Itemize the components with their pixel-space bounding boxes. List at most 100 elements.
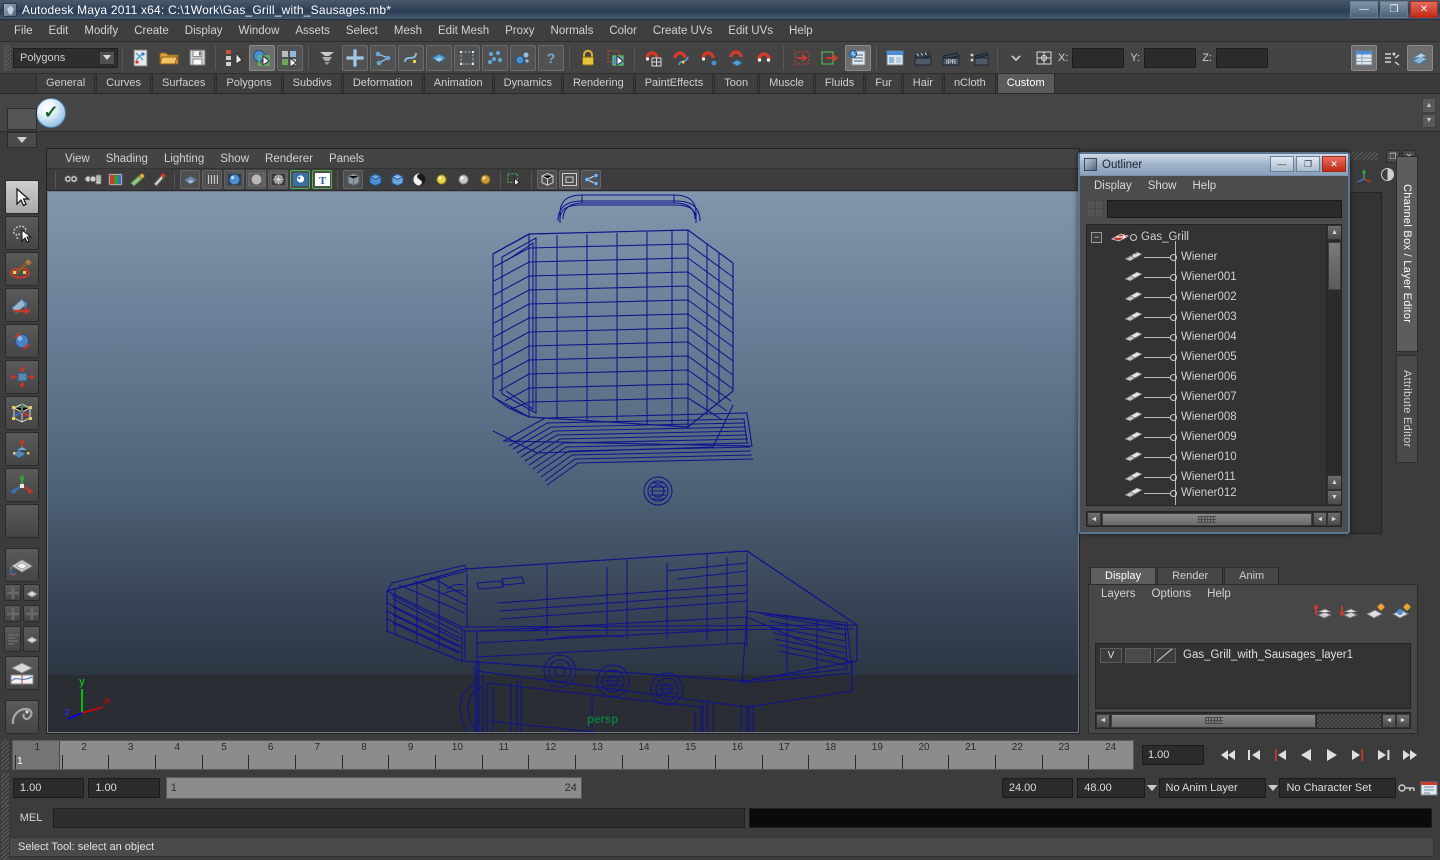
gas-grill-wireframe-model[interactable] — [47, 191, 1079, 733]
outliner-scroll-up-button-2[interactable]: ▲ — [1327, 475, 1341, 490]
two-dimensional-pan-zoom-icon[interactable] — [127, 170, 147, 189]
rotate-tool[interactable] — [5, 324, 39, 358]
menu-select[interactable]: Select — [338, 22, 386, 40]
layout-persp-graph-editor[interactable] — [5, 656, 39, 690]
shelf-tab-ncloth[interactable]: nCloth — [943, 73, 996, 93]
current-time-field[interactable]: 1.00 — [1142, 745, 1204, 765]
solid-cube-shade-icon[interactable] — [365, 170, 385, 189]
hypergraph-icon[interactable] — [581, 170, 601, 189]
range-slider-grip[interactable] — [1, 773, 9, 803]
layer-row[interactable]: V Gas_Grill_with_Sausages_layer1 — [1096, 644, 1410, 664]
toggle-attribute-editor-icon[interactable] — [1379, 45, 1405, 71]
camera-attributes-icon[interactable] — [83, 170, 103, 189]
move-tool[interactable] — [5, 288, 39, 322]
outliner-child-row[interactable]: Wiener — [1087, 247, 1325, 267]
layer-type-toggle[interactable] — [1125, 647, 1151, 663]
grease-pencil-icon[interactable] — [149, 170, 169, 189]
help-line-grip[interactable] — [1, 832, 9, 860]
snap-to-view-plane-icon[interactable] — [752, 45, 778, 71]
outliner-label-wiener006[interactable]: Wiener006 — [1181, 371, 1237, 383]
menu-file[interactable]: File — [6, 22, 41, 40]
step-back-keyframe-button[interactable] — [1241, 743, 1266, 767]
shelf-tab-surfaces[interactable]: Surfaces — [151, 73, 216, 93]
help-question-icon[interactable]: ? — [538, 44, 564, 71]
outliner-vertical-scrollbar[interactable]: ▲ ▲ ▼ — [1326, 225, 1341, 505]
outliner-child-row[interactable]: Wiener012 — [1087, 487, 1325, 499]
outliner-label-wiener008[interactable]: Wiener008 — [1181, 411, 1237, 423]
outliner-menu-show[interactable]: Show — [1140, 178, 1185, 194]
move-layer-down-icon[interactable] — [1339, 603, 1359, 624]
render-view-icon[interactable] — [882, 45, 908, 71]
outliner-label-wiener007[interactable]: Wiener007 — [1181, 391, 1237, 403]
viewport-menu-renderer[interactable]: Renderer — [257, 151, 321, 167]
menu-window[interactable]: Window — [230, 22, 287, 40]
outliner-child-row[interactable]: Wiener008 — [1087, 407, 1325, 427]
range-slider-bar-control[interactable]: 1 24 — [165, 777, 582, 799]
outliner-maximize-button[interactable]: ❐ — [1296, 156, 1320, 172]
frame-selection-icon[interactable] — [559, 170, 579, 189]
outliner-filter-icon[interactable] — [1086, 200, 1104, 218]
use-all-lights-icon[interactable] — [453, 170, 473, 189]
go-to-start-button[interactable] — [1215, 743, 1240, 767]
maya-embedded-language-icon[interactable] — [5, 700, 39, 734]
outliner-child-row[interactable]: Wiener010 — [1087, 447, 1325, 467]
shelf-tab-hair[interactable]: Hair — [902, 73, 943, 93]
menu-create-uvs[interactable]: Create UVs — [645, 22, 720, 40]
menu-modify[interactable]: Modify — [76, 22, 126, 40]
outliner-minimize-button[interactable]: — — [1270, 156, 1294, 172]
toggle-channel-box-icon[interactable] — [1351, 44, 1377, 71]
shelf-tab-muscle[interactable]: Muscle — [759, 73, 814, 93]
toggle-tool-settings-icon[interactable] — [1407, 44, 1433, 71]
character-set-dropdown-icon[interactable] — [1266, 778, 1280, 798]
tab-attribute-editor[interactable]: Attribute Editor — [1396, 355, 1418, 463]
new-scene-icon[interactable] — [128, 45, 154, 71]
outliner-child-row[interactable]: Wiener003 — [1087, 307, 1325, 327]
outliner-window[interactable]: Outliner — ❐ ✕ Display Show Help − Gas_G… — [1078, 152, 1350, 534]
output-connections-icon[interactable] — [817, 45, 843, 71]
xray-shading-icon[interactable] — [343, 170, 363, 189]
absolute-transform-icon[interactable] — [1031, 45, 1057, 71]
outliner-child-row[interactable]: Wiener002 — [1087, 287, 1325, 307]
outliner-label-wiener[interactable]: Wiener — [1181, 251, 1217, 263]
coord-z-input[interactable] — [1215, 47, 1268, 68]
menu-normals[interactable]: Normals — [543, 22, 602, 40]
outliner-horizontal-scrollbar[interactable]: ◄ ◄ ► — [1086, 511, 1342, 527]
smooth-cube-shade-icon[interactable] — [387, 170, 407, 189]
input-connections-icon[interactable] — [789, 45, 815, 71]
outliner-child-row[interactable]: Wiener011 — [1087, 467, 1325, 487]
maximize-button[interactable]: ❐ — [1380, 1, 1408, 18]
outliner-child-row[interactable]: Wiener001 — [1087, 267, 1325, 287]
layer-tab-anim[interactable]: Anim — [1224, 567, 1280, 584]
last-tool-used[interactable] — [5, 504, 39, 538]
text-display-icon[interactable]: T — [312, 170, 332, 189]
move-layer-up-icon[interactable] — [1313, 603, 1333, 624]
play-forwards-button[interactable] — [1319, 743, 1344, 767]
outliner-expander[interactable]: − — [1091, 231, 1102, 243]
render-settings-icon[interactable] — [966, 45, 992, 71]
playback-end-time-field[interactable]: 24.00 — [1001, 778, 1074, 798]
menu-proxy[interactable]: Proxy — [497, 22, 542, 40]
anim-layer-field[interactable]: No Anim Layer — [1158, 778, 1266, 798]
shelf-tab-fur[interactable]: Fur — [865, 73, 902, 93]
command-line-grip[interactable] — [1, 803, 9, 833]
channel-box-shape-icon[interactable] — [1379, 167, 1396, 187]
play-backwards-button[interactable] — [1293, 743, 1318, 767]
shelf-tab-subdivs[interactable]: Subdivs — [282, 73, 342, 93]
coord-y-input[interactable] — [1144, 47, 1197, 68]
shelf-tab-rendering[interactable]: Rendering — [562, 73, 634, 93]
animation-end-time-field[interactable]: 48.00 — [1077, 778, 1145, 798]
outliner-child-row[interactable]: Wiener004 — [1087, 327, 1325, 347]
open-scene-icon[interactable] — [156, 45, 182, 71]
shelf-tab-animation[interactable]: Animation — [423, 73, 493, 93]
viewport-menu-view[interactable]: View — [57, 151, 98, 167]
flat-shade-icon[interactable] — [246, 170, 266, 189]
outliner-titlebar[interactable]: Outliner — ❐ ✕ — [1080, 154, 1348, 176]
shelf-tab-curves[interactable]: Curves — [96, 73, 151, 93]
ipr-render-icon[interactable]: IPR — [938, 45, 964, 71]
outliner-label-gas-grill[interactable]: Gas_Grill — [1141, 231, 1189, 243]
chevron-down-icon[interactable] — [99, 50, 115, 65]
step-forward-frame-button[interactable] — [1345, 743, 1370, 767]
outliner-scroll-thumb[interactable] — [1328, 242, 1341, 290]
render-current-frame-icon[interactable] — [910, 45, 936, 71]
outliner-scroll-left-button-2[interactable]: ◄ — [1313, 512, 1327, 526]
